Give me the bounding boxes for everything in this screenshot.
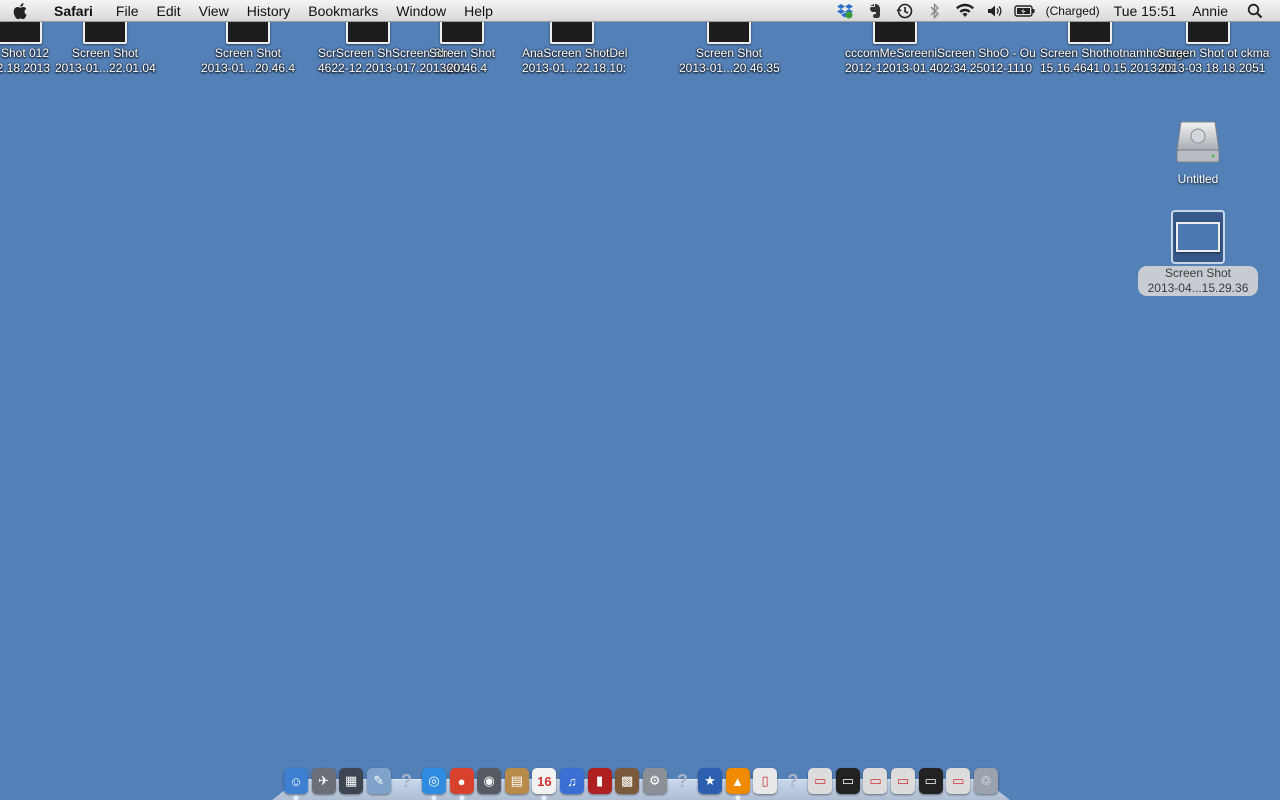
file-thumbnail-icon [1176, 222, 1220, 252]
dock-items: ☺ ✈ ▦ ✎? ◎ ● ◉ ▤ 16 ♫ ▮ ▩ ⚙? ★ ▲ ▯? ▭ ▭ ▭ ▭ ▭ ▭ ♲ [284, 764, 998, 800]
iphoto-icon[interactable]: ▩ [615, 768, 640, 794]
menu-window[interactable]: Window [387, 3, 455, 19]
bluetooth-icon[interactable] [924, 0, 946, 22]
clock[interactable]: Tue 15:51 [1106, 3, 1185, 19]
apple-menu-icon[interactable] [0, 2, 40, 20]
calendar-icon[interactable]: 16 [532, 768, 557, 800]
file-date: 2013-03.18.18.2051 [1158, 61, 1266, 75]
unknown-app-icon[interactable]: ? [781, 768, 805, 794]
file-name: cccomMeScreeniScreen ShoO - Ou [845, 46, 1036, 60]
system-preferences-icon[interactable]: ⚙ [642, 768, 667, 794]
trash-icon[interactable]: ♲ [973, 768, 998, 794]
hard-drive-label: Untitled [1177, 172, 1219, 186]
file-date: 2013-01...20.46.35 [679, 61, 780, 75]
file-name: ScrScreen ShScreen Sh [318, 46, 449, 60]
vlc-icon[interactable]: ▲ [725, 768, 750, 800]
file-date: 2013-01...22.01.04 [55, 61, 156, 75]
battery-status[interactable]: (Charged) [1040, 4, 1106, 18]
stack-icon[interactable]: ▭ [918, 768, 943, 794]
selected-file-label: Screen Shot 2013-04...15.29.36 [1137, 266, 1259, 296]
evernote-icon[interactable] [864, 0, 886, 22]
menu-app-name[interactable]: Safari [54, 3, 107, 19]
file-name: Screen Shot [428, 46, 496, 60]
stack-icon[interactable]: ▭ [808, 768, 833, 794]
stack-icon[interactable]: ▭ [863, 768, 888, 794]
stack-icon[interactable]: ▭ [891, 768, 916, 794]
dropbox-icon[interactable] [834, 0, 856, 22]
menu-bar: Safari File Edit View History Bookmarks … [0, 0, 1280, 22]
stack-icon[interactable]: ▭ [946, 768, 971, 794]
file-name: Screen Shot [71, 46, 139, 60]
facetime-icon[interactable]: ◉ [477, 768, 502, 794]
spotlight-search-icon[interactable] [1244, 0, 1266, 22]
preview-icon[interactable]: ✎ [366, 768, 391, 794]
volume-icon[interactable] [984, 0, 1006, 22]
dock: ☺ ✈ ▦ ✎? ◎ ● ◉ ▤ 16 ♫ ▮ ▩ ⚙? ★ ▲ ▯? ▭ ▭ ▭ ▭ ▭ ▭ ♲ [272, 762, 1010, 800]
time-machine-icon[interactable] [894, 0, 916, 22]
wunderlist-icon[interactable]: ★ [697, 768, 722, 794]
wifi-icon[interactable] [954, 0, 976, 22]
menu-edit[interactable]: Edit [147, 3, 189, 19]
hard-drive[interactable]: Untitled [1148, 118, 1248, 186]
menu-history[interactable]: History [238, 3, 300, 19]
file-name: Screen Shot [1164, 266, 1232, 280]
file-name: Screen Shot [214, 46, 282, 60]
file-date: 2012-12013-01.402:34.25012-1110 [845, 61, 1033, 75]
file-name: Screen Shothotnamhotnage [1040, 46, 1190, 60]
hard-drive-icon [1175, 118, 1221, 166]
file-name: AnaScreen ShotDel [522, 46, 628, 60]
itunes-icon[interactable]: ♫ [559, 768, 584, 794]
selection-highlight [1171, 210, 1225, 264]
file-name: Screen Shot [695, 46, 763, 60]
contacts-icon[interactable]: ▤ [504, 768, 529, 794]
mission-control-icon[interactable]: ▦ [339, 768, 364, 794]
menu-view[interactable]: View [190, 3, 238, 19]
file-name: Screen Shot ot ckma [1158, 46, 1270, 60]
file-date: 4622-12.2013-017.2013601 [318, 61, 467, 75]
file-date: ...20.46.4 [436, 61, 488, 75]
status-area: (Charged) Tue 15:51 Annie [830, 0, 1280, 22]
stack-icon[interactable]: ▭ [835, 768, 860, 794]
file-date: 2013-04...15.29.36 [1147, 281, 1249, 295]
unknown-app-icon[interactable]: ? [670, 768, 694, 794]
file-date: 2013-01...22.18.10: [522, 61, 627, 75]
safari-icon[interactable]: ◎ [421, 768, 446, 800]
file-date: 15.16.4641.0.15.2013-03 [1040, 61, 1175, 75]
chrome-icon[interactable]: ● [449, 768, 474, 800]
document-icon[interactable]: ▯ [753, 768, 778, 794]
selected-screenshot-file[interactable]: Screen Shot 2013-04...15.29.36 [1126, 210, 1270, 296]
unknown-app-icon[interactable]: ? [394, 768, 418, 794]
menu-file[interactable]: File [107, 3, 148, 19]
file-date: 2013-01...20.46.4 [200, 61, 296, 75]
user-menu[interactable]: Annie [1184, 3, 1240, 19]
photo-booth-icon[interactable]: ▮ [587, 768, 612, 794]
battery-icon[interactable] [1013, 0, 1036, 22]
menu-help[interactable]: Help [455, 3, 502, 19]
menu-bookmarks[interactable]: Bookmarks [299, 3, 387, 19]
launchpad-icon[interactable]: ✈ [311, 768, 336, 794]
finder-icon[interactable]: ☺ [284, 768, 308, 800]
